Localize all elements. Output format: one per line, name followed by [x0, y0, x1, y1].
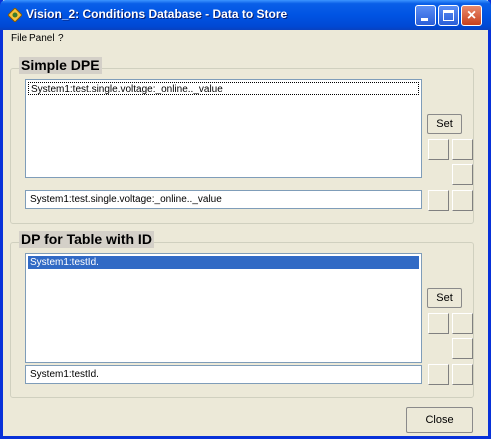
list-item[interactable]: System1:testId.	[28, 256, 419, 269]
dp-table-set-button[interactable]: Set	[427, 288, 462, 308]
simple-dpe-square-button[interactable]	[452, 164, 473, 185]
dp-table-square-button[interactable]	[452, 338, 473, 359]
minimize-icon	[421, 18, 428, 21]
dp-table-list[interactable]: System1:testId.	[25, 253, 422, 363]
simple-dpe-list[interactable]: System1:test.single.voltage:_online.._va…	[25, 79, 422, 178]
minimize-button[interactable]	[415, 5, 436, 26]
simple-dpe-set-button[interactable]: Set	[427, 114, 462, 134]
close-button[interactable]: Close	[406, 407, 473, 433]
menu-help[interactable]: ?	[58, 33, 64, 44]
close-window-button[interactable]: ×	[461, 5, 482, 26]
close-icon: ×	[466, 7, 477, 24]
title-bar[interactable]: Vision_2: Conditions Database - Data to …	[0, 0, 491, 30]
dp-table-square-button[interactable]	[428, 364, 449, 385]
maximize-button[interactable]	[438, 5, 459, 26]
app-window: Vision_2: Conditions Database - Data to …	[0, 0, 491, 439]
maximize-icon	[443, 10, 454, 21]
window-title: Vision_2: Conditions Database - Data to …	[26, 7, 288, 21]
dp-table-square-button[interactable]	[452, 313, 473, 334]
menu-panel[interactable]: Panel	[29, 33, 55, 44]
simple-dpe-square-button[interactable]	[452, 190, 473, 211]
menu-bar: File Panel ?	[3, 30, 488, 48]
dp-table-label: DP for Table with ID	[19, 231, 154, 248]
simple-dpe-square-button[interactable]	[452, 139, 473, 160]
simple-dpe-square-button[interactable]	[428, 190, 449, 211]
vision-app-icon[interactable]	[7, 7, 23, 23]
dp-table-square-button[interactable]	[452, 364, 473, 385]
simple-dpe-square-button[interactable]	[428, 139, 449, 160]
dp-table-group: DP for Table with ID System1:testId. Set…	[10, 231, 474, 398]
simple-dpe-field[interactable]: System1:test.single.voltage:_online.._va…	[25, 190, 422, 209]
simple-dpe-label: Simple DPE	[19, 57, 102, 74]
dp-table-field[interactable]: System1:testId.	[25, 365, 422, 384]
dp-table-square-button[interactable]	[428, 313, 449, 334]
list-item[interactable]: System1:test.single.voltage:_online.._va…	[28, 82, 419, 95]
simple-dpe-group: Simple DPE System1:test.single.voltage:_…	[10, 57, 474, 224]
menu-file[interactable]: File	[11, 33, 27, 44]
